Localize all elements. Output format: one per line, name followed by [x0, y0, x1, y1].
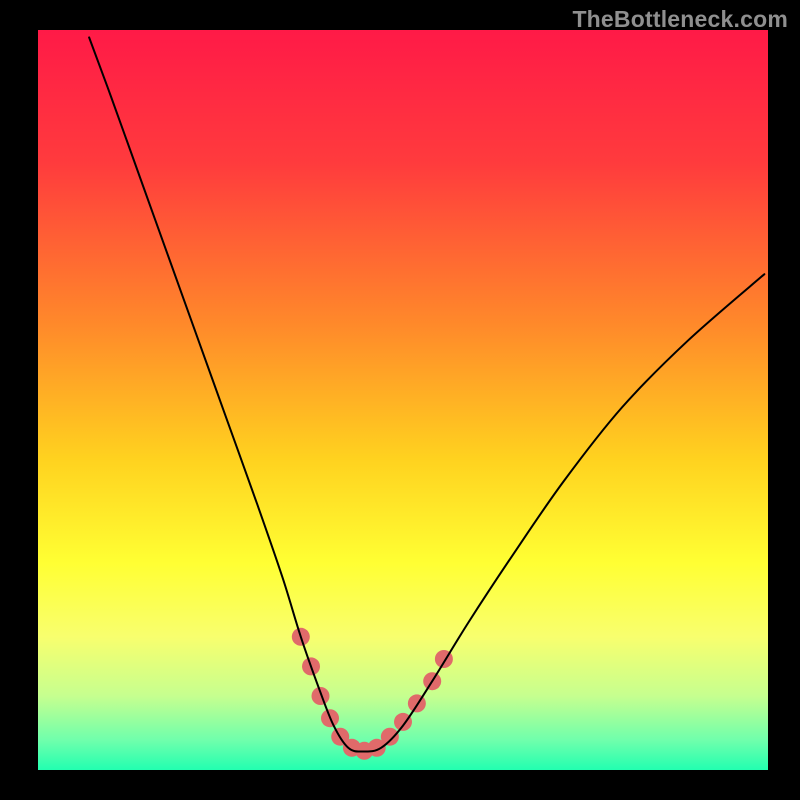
- chart-svg-layer: [38, 30, 768, 770]
- bottleneck-curve-path: [89, 37, 764, 751]
- plot-area: [38, 30, 768, 770]
- highlight-marker: [381, 728, 399, 746]
- highlight-markers-group: [292, 628, 453, 760]
- chart-frame: TheBottleneck.com: [0, 0, 800, 800]
- watermark-text: TheBottleneck.com: [572, 6, 788, 33]
